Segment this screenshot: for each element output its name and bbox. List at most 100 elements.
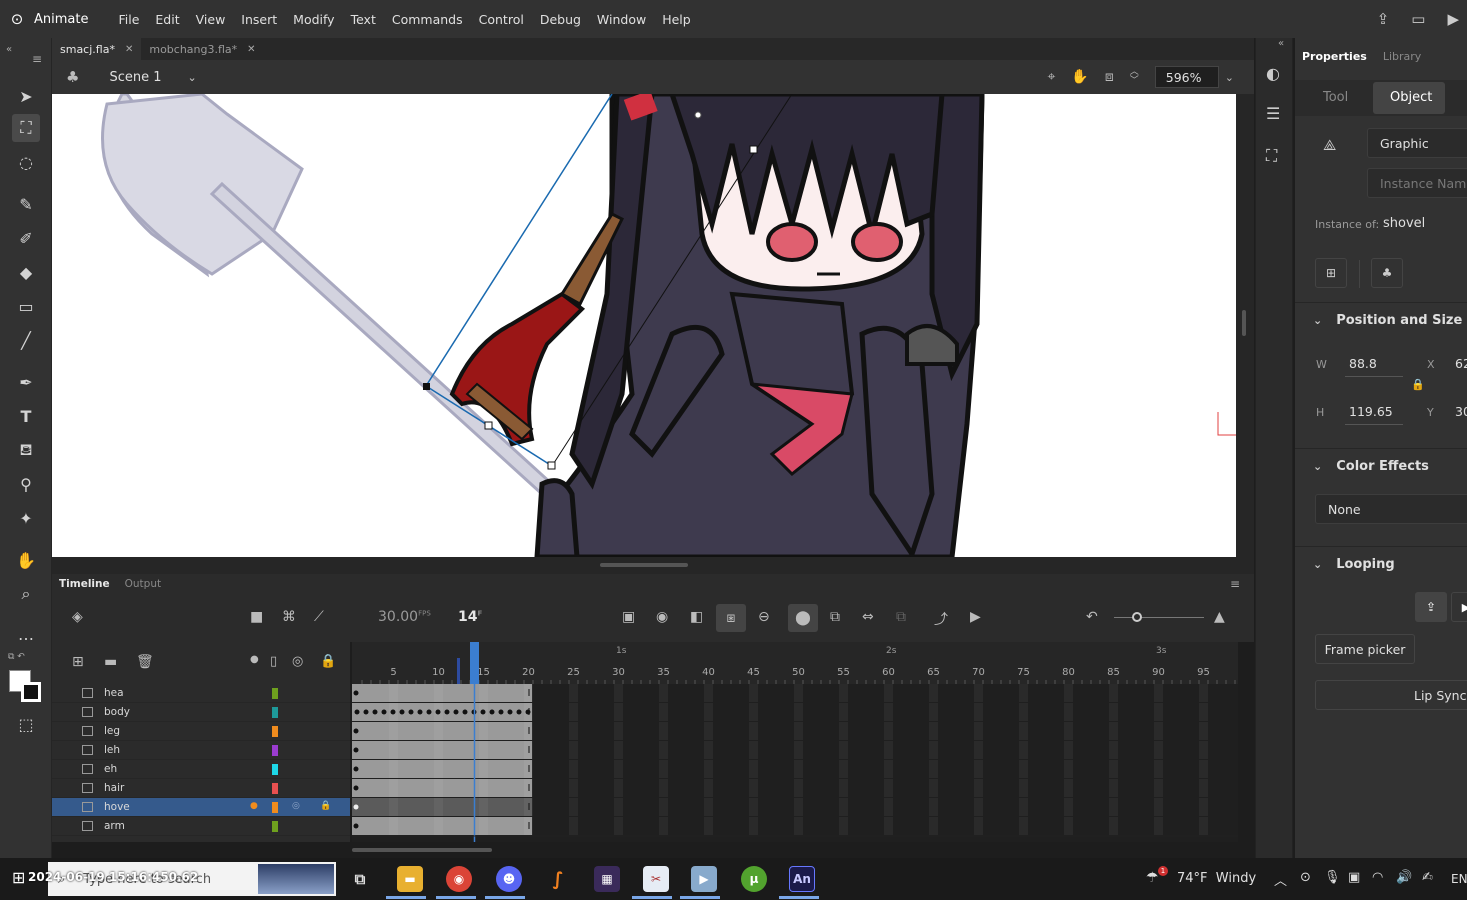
menu-debug[interactable]: Debug [532, 12, 589, 27]
fps-display[interactable]: 30.00FPS [378, 609, 431, 625]
pin-tool-icon[interactable]: ✦ [12, 504, 40, 532]
mountain-icon[interactable]: ▲ [1214, 609, 1225, 625]
doc-tab-mobchang3[interactable]: mobchang3.fla* ✕ [141, 38, 263, 60]
play-once-icon[interactable]: ▶ [1451, 592, 1467, 622]
timeline-layer-row[interactable]: leh [52, 741, 350, 760]
symbol-type-select[interactable]: Graphic [1367, 128, 1467, 158]
looping-header[interactable]: ⌄ Looping [1295, 546, 1467, 582]
stage-transform-icon[interactable]: ⬚ [12, 710, 40, 738]
app-icon[interactable]: ▦ [594, 866, 620, 892]
layer-outline-color[interactable] [272, 745, 278, 756]
outline-icon[interactable]: ▯ [270, 654, 277, 669]
workspace-icon[interactable]: ▭ [1411, 10, 1425, 28]
lasso-tool-icon[interactable]: ◌ [12, 148, 40, 176]
lip-sync-button[interactable]: Lip Syncin [1315, 680, 1467, 710]
sync-icon[interactable]: ⧉ [896, 609, 906, 625]
onion-skin-icon[interactable]: ⬤ [788, 604, 818, 632]
layer-name[interactable]: leg [104, 725, 120, 737]
layer-name[interactable]: body [104, 706, 130, 718]
auto-keyframe-icon[interactable]: ⧆ [716, 604, 746, 632]
timeline-layer-row[interactable]: eh [52, 760, 350, 779]
chevron-down-icon[interactable]: ⌄ [188, 71, 197, 84]
onion-outline-icon[interactable]: ⧉ [830, 609, 840, 625]
rotate-stage-icon[interactable]: ✋ [1071, 69, 1088, 85]
lock-ratio-icon[interactable]: 🔒 [1411, 378, 1425, 391]
tab-library[interactable]: Library [1383, 50, 1421, 63]
tab-tool[interactable]: Tool [1323, 90, 1348, 105]
selection-tool-icon[interactable]: ➤ [12, 82, 40, 110]
timeline-layer-row[interactable]: body [52, 703, 350, 722]
volume-icon[interactable]: 🔊 [1396, 870, 1412, 885]
color-effect-select[interactable]: None [1315, 494, 1467, 524]
align-icon[interactable]: ☰ [1266, 104, 1280, 123]
close-icon[interactable]: ✕ [125, 44, 133, 55]
task-view-icon[interactable]: ⧉ [347, 866, 373, 892]
windows-start-icon[interactable]: ⊞ [12, 868, 25, 887]
visibility-icon[interactable]: ◎ [292, 654, 303, 669]
rectangle-tool-icon[interactable]: ▭ [12, 292, 40, 320]
pen-icon[interactable]: ✍ [1422, 870, 1433, 885]
share-icon[interactable]: ⇪ [1377, 10, 1390, 28]
zoom-tool-icon[interactable]: ⌕ [12, 580, 40, 608]
layer-outline-color[interactable] [272, 688, 278, 699]
edit-symbol-icon[interactable]: ♣ [1371, 258, 1403, 288]
layer-outline-color[interactable] [272, 783, 278, 794]
hidden-icon[interactable]: ◎ [292, 801, 300, 811]
expand-icon[interactable]: « [1278, 38, 1284, 49]
camera-icon[interactable]: ■ [250, 609, 263, 625]
menu-insert[interactable]: Insert [233, 12, 285, 27]
menu-commands[interactable]: Commands [384, 12, 471, 27]
layer-name[interactable]: leh [104, 744, 120, 756]
instance-name-input[interactable]: Instance Name [1367, 168, 1467, 198]
lock-icon[interactable]: 🔒 [320, 654, 336, 669]
zoom-field[interactable]: 596% [1154, 66, 1219, 88]
pen-tool-icon[interactable]: ✒ [12, 368, 40, 396]
doc-tab-smacj[interactable]: smacj.fla* ✕ [52, 38, 142, 60]
tab-properties[interactable]: Properties [1302, 50, 1367, 63]
wifi-icon[interactable]: ◠ [1372, 870, 1383, 885]
scene-label[interactable]: Scene 1 [109, 70, 161, 85]
chevron-down-icon[interactable]: ⌄ [1225, 71, 1234, 84]
undo-icon[interactable]: ↶ [1086, 609, 1098, 625]
timeline-layer-row[interactable]: arm [52, 817, 350, 836]
weather-text[interactable]: 74°F Windy [1177, 871, 1256, 886]
width-value[interactable]: 88.8 [1349, 356, 1377, 371]
layer-name[interactable]: hove [104, 801, 130, 813]
edit-multiple-frames-icon[interactable]: ⇔ [862, 609, 874, 625]
transform-icon[interactable]: ⛶ [1266, 146, 1277, 166]
loop-mode-icon[interactable]: ⇪ [1415, 592, 1447, 622]
app-icon[interactable]: ✂ [643, 866, 669, 892]
collapse-icon[interactable]: « [6, 44, 12, 55]
frame-ruler[interactable]: 5 10 15 20 25 30 35 40 45 50 55 60 65 70 75 80 85 90 95 1s 2… [352, 642, 1238, 684]
slider-handle[interactable] [1132, 612, 1142, 622]
stage-vertical-scrollbar[interactable] [1242, 310, 1246, 336]
language-indicator[interactable]: EN [1451, 872, 1467, 886]
menu-modify[interactable]: Modify [285, 12, 342, 27]
discord-icon[interactable]: ☻ [496, 866, 522, 892]
stage-canvas[interactable] [52, 94, 1236, 557]
sublime-icon[interactable]: ∫ [545, 866, 571, 892]
layer-name[interactable]: hea [104, 687, 124, 699]
brush-tool-icon[interactable]: ✐ [12, 224, 40, 252]
color-effects-header[interactable]: ⌄ Color Effects [1295, 448, 1467, 484]
menu-text[interactable]: Text [343, 12, 384, 27]
new-folder-icon[interactable]: ▬ [104, 654, 117, 670]
tab-object[interactable]: Object [1373, 82, 1445, 114]
tray-app-icon[interactable]: ⊙ [1300, 870, 1311, 885]
timeline-layer-row[interactable]: hair [52, 779, 350, 798]
clip-stage-icon[interactable]: ⧈ [1105, 69, 1114, 85]
play-icon[interactable]: ▶ [970, 609, 981, 625]
height-value[interactable]: 119.65 [1349, 404, 1393, 419]
eyedropper-tool-icon[interactable]: ⚲ [12, 470, 40, 498]
chevron-up-icon[interactable]: ︿ [1274, 870, 1287, 889]
animate-app-icon[interactable]: An [789, 866, 815, 892]
paint-bucket-tool-icon[interactable]: ⛾ [12, 436, 40, 464]
more-tools-icon[interactable]: … [12, 620, 40, 648]
hand-tool-icon[interactable]: ✋ [12, 546, 40, 574]
app-icon[interactable]: ▶ [691, 866, 717, 892]
layer-name[interactable]: eh [104, 763, 117, 775]
insert-blank-keyframe-icon[interactable]: ◉ [656, 609, 668, 625]
utorrent-icon[interactable]: µ [741, 866, 767, 892]
delete-keyframe-icon[interactable]: ⊖ [758, 609, 770, 625]
frame-scale-slider[interactable] [1114, 617, 1204, 618]
